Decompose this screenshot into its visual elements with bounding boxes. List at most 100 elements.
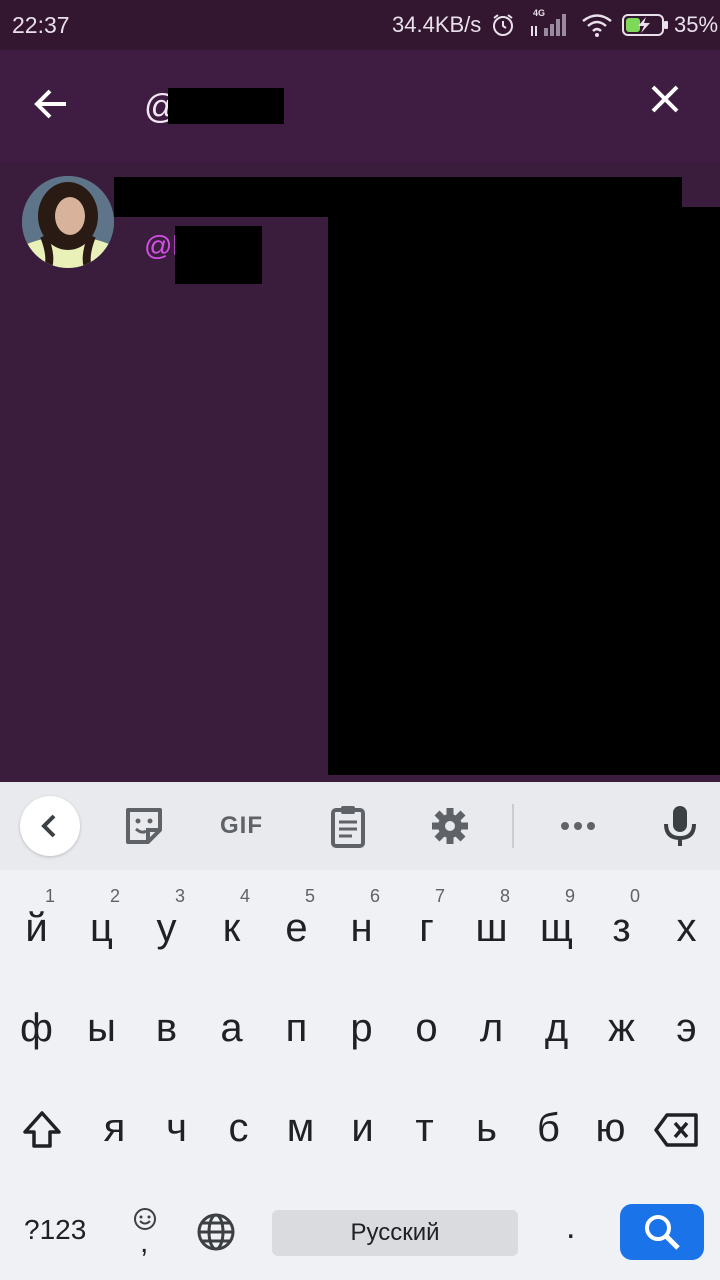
period-key[interactable]: . [566,1208,575,1247]
key-label: ю [595,1106,626,1150]
search-submit-key[interactable] [620,1204,704,1260]
key-label: и [351,1106,374,1150]
key[interactable]: м [268,1082,333,1182]
key[interactable]: з0 [589,882,654,982]
key-hint: 0 [629,886,640,906]
key[interactable]: о [394,982,459,1082]
key-hint: 3 [174,886,185,906]
key-hint: 2 [109,886,120,906]
key-label: к [222,906,241,950]
status-bar: 22:37 34.4KB/s 4G 35% [0,0,720,50]
key[interactable]: ы [69,982,134,1082]
shift-icon [23,1111,61,1148]
gear-icon [432,808,468,844]
toolbar-divider [512,804,514,848]
gif-button[interactable]: GIF [220,812,263,840]
key-label: б [537,1106,560,1150]
key-label: й [25,906,48,950]
key[interactable]: в [134,982,199,1082]
more-icon [561,822,595,830]
key-row-1: й1ц2у3к4е5н6г7ш8щ9з0х [0,882,720,982]
wifi-icon [580,12,614,43]
key[interactable]: ч [144,1082,209,1182]
avatar[interactable] [22,176,114,268]
key[interactable]: ц2 [69,882,134,982]
key[interactable]: ь [454,1082,519,1182]
key[interactable]: а [199,982,264,1082]
network-speed: 34.4KB/s [392,12,482,37]
key-label: щ [540,906,573,950]
key[interactable]: л [459,982,524,1082]
emoji-comma-key[interactable]: , [130,1204,160,1264]
globe-icon [197,1213,235,1251]
key[interactable]: х [654,882,719,982]
key[interactable]: д [524,982,589,1082]
key-label: д [544,1006,569,1050]
voice-input-button[interactable] [658,804,706,848]
key[interactable]: е5 [264,882,329,982]
close-icon [651,85,679,113]
key[interactable]: у3 [134,882,199,982]
back-button[interactable] [30,84,84,128]
key-label: л [479,1006,504,1050]
key-label: п [285,1006,308,1050]
mic-icon [664,806,696,846]
sticker-icon [126,808,162,844]
key-hint: 5 [304,886,315,906]
key-label: ы [87,1006,116,1050]
key-label: о [415,1006,438,1050]
key[interactable]: р [329,982,394,1082]
battery-icon [622,13,670,42]
key-label: р [350,1006,373,1050]
key[interactable]: э [654,982,719,1082]
backspace-key[interactable] [644,1082,710,1182]
key[interactable]: п [264,982,329,1082]
key[interactable]: с [206,1082,271,1182]
soft-keyboard: GIF й1ц2у3к4е5н6г7ш8щ9з0х фывапролджэ яч… [0,782,720,1280]
key[interactable]: к4 [199,882,264,982]
key[interactable]: т [392,1082,457,1182]
key-label: с [228,1106,249,1150]
clipboard-icon [331,806,365,848]
battery-percent: 35% [674,12,719,37]
key-label: э [676,1006,697,1050]
comma-label: , [140,1226,149,1259]
key[interactable]: г7 [394,882,459,982]
alarm-icon [490,12,516,43]
sticker-button[interactable] [122,804,170,848]
key-hint: 1 [44,886,55,906]
key-row-3: ячсмитьбю [0,1082,720,1182]
collapse-keyboard-button[interactable] [20,796,80,856]
key-label: м [286,1106,315,1150]
key[interactable]: н6 [329,882,394,982]
key-label: а [220,1006,243,1050]
redaction-block [328,207,720,775]
key[interactable]: я [82,1082,147,1182]
key[interactable]: ж [589,982,654,1082]
key-label: е [285,906,308,950]
language-switch-key[interactable] [194,1210,238,1259]
more-button[interactable] [556,804,604,848]
key[interactable]: ю [578,1082,643,1182]
space-key[interactable]: Русский [272,1210,518,1256]
key[interactable]: ф [4,982,69,1082]
search-icon [645,1215,680,1250]
symbols-key[interactable]: ?123 [24,1214,86,1246]
clear-search-button[interactable] [648,82,696,130]
key-label: в [155,1006,178,1050]
redaction-query [168,88,284,124]
key[interactable]: б [516,1082,581,1182]
key[interactable]: ш8 [459,882,524,982]
shift-key[interactable] [10,1082,75,1182]
key[interactable]: и [330,1082,395,1182]
key-label: я [103,1106,126,1150]
redaction-handle [175,226,262,284]
key-label: ц [90,906,113,950]
key-hint: 7 [434,886,445,906]
key[interactable]: й1 [4,882,69,982]
backspace-icon [654,1113,698,1147]
key[interactable]: щ9 [524,882,589,982]
clipboard-button[interactable] [326,804,374,848]
settings-button[interactable] [428,804,476,848]
key-label: у [156,906,177,950]
